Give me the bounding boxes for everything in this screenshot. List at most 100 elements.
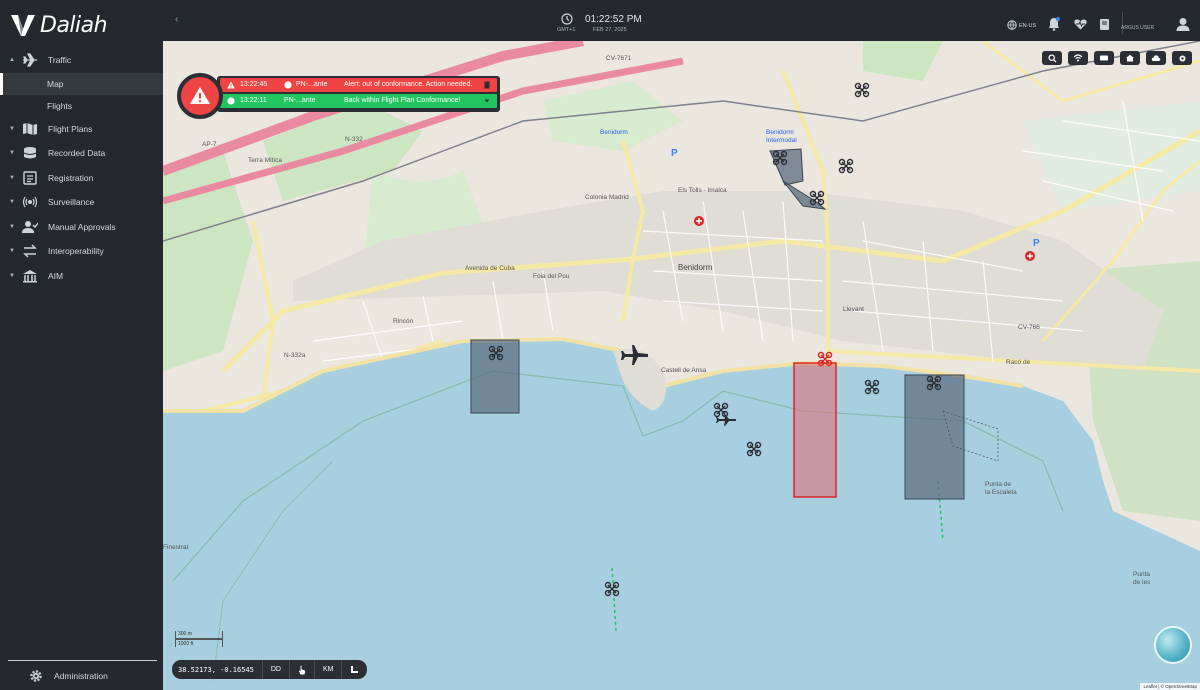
map-label-ap7: AP-7 bbox=[202, 141, 217, 148]
connectivity-button[interactable] bbox=[1068, 51, 1088, 65]
radar-icon bbox=[22, 196, 38, 208]
chevron-down-icon: ▼ bbox=[9, 272, 15, 279]
chevron-down-icon: ▼ bbox=[9, 248, 15, 254]
logo-mark-icon bbox=[11, 15, 35, 36]
svg-text:P: P bbox=[1033, 238, 1040, 249]
settings-map-button[interactable] bbox=[1172, 51, 1192, 65]
map-canvas[interactable]: P P bbox=[163, 41, 1200, 690]
user-name[interactable]: ARGUS USER bbox=[1121, 25, 1154, 31]
sidebar-item-administration[interactable]: Administration bbox=[0, 664, 163, 688]
sidebar-subitem-label: Map bbox=[47, 78, 64, 89]
cursor-coordinates: 38.52173, -0.16545 bbox=[172, 660, 263, 679]
user-avatar-icon[interactable] bbox=[1176, 17, 1190, 31]
stop-icon[interactable] bbox=[483, 81, 491, 89]
sidebar-item-label: AIM bbox=[48, 270, 64, 281]
gear-icon bbox=[30, 670, 42, 682]
sidebar-item-interoperability[interactable]: ▼ Interoperability bbox=[0, 239, 163, 264]
sidebar-item-label: Interoperability bbox=[48, 246, 104, 256]
user-check-icon bbox=[22, 220, 38, 233]
current-time: 01:22:52 PM bbox=[585, 14, 642, 25]
map-label-cv766: CV-766 bbox=[1018, 324, 1040, 331]
current-date: FEB 27, 2025 bbox=[593, 27, 627, 33]
globe-icon[interactable] bbox=[1007, 20, 1017, 30]
sidebar-item-label: Flight Plans bbox=[48, 123, 93, 134]
sidebar-item-label: Registration bbox=[48, 172, 94, 183]
map-label-foia-del-pou: Foia del Pou bbox=[533, 273, 570, 280]
alert-row-ok[interactable]: 13:22:11 PN-...ante Back within Flight P… bbox=[220, 94, 497, 108]
map-label-terra-mitica: Terra Mítica bbox=[248, 157, 282, 164]
app-logo[interactable]: Daliah bbox=[10, 12, 108, 38]
check-circle-icon bbox=[227, 97, 235, 105]
sidebar-item-manual-approvals[interactable]: ▼ Manual Approvals bbox=[0, 215, 163, 240]
sidebar: Daliah ▲ Traffic Map Flights ▼ Flight Pl… bbox=[0, 0, 163, 690]
map-view[interactable]: P P Benidorm Benidorm Intermodal Terra M… bbox=[163, 41, 1200, 690]
sidebar-item-label: Recorded Data bbox=[48, 148, 106, 158]
bell-icon[interactable] bbox=[1048, 17, 1060, 31]
map-toolbar bbox=[1042, 51, 1192, 65]
database-icon bbox=[23, 147, 37, 159]
alert-badge[interactable] bbox=[177, 73, 223, 119]
health-icon[interactable] bbox=[1074, 19, 1087, 30]
unit-button[interactable]: KM bbox=[315, 660, 343, 679]
sidebar-item-traffic[interactable]: ▲ Traffic bbox=[0, 48, 163, 73]
chevron-up-icon: ▲ bbox=[9, 57, 15, 63]
chevron-down-icon: ▼ bbox=[9, 150, 15, 156]
timezone: GMT+1 bbox=[557, 27, 576, 33]
sidebar-item-aim[interactable]: ▼ AIM bbox=[0, 264, 163, 289]
measure-tool-button[interactable] bbox=[342, 660, 367, 679]
sidebar-item-registration[interactable]: ▼ Registration bbox=[0, 166, 163, 191]
sidebar-divider bbox=[8, 660, 157, 661]
alert-flight-id: PN-...ante bbox=[284, 97, 316, 104]
map-label-castell: Castell de Ansa bbox=[661, 367, 707, 374]
hand-pointer-icon bbox=[298, 665, 306, 674]
book-icon[interactable] bbox=[1099, 18, 1110, 31]
map-label-n332a: N-332a bbox=[284, 352, 306, 359]
alert-circle-icon bbox=[284, 81, 292, 89]
alert-flight-id: PN-...ante bbox=[296, 81, 328, 88]
alert-time: 13:22:11 bbox=[240, 97, 267, 104]
pointer-tool-button[interactable] bbox=[290, 660, 315, 679]
alert-row-error[interactable]: 13:22:45 PN-...ante Alert: out of confor… bbox=[220, 78, 497, 92]
map-label-rincon: Rincón bbox=[393, 318, 414, 325]
search-icon bbox=[1048, 54, 1056, 62]
alert-list: 13:22:45 PN-...ante Alert: out of confor… bbox=[217, 76, 500, 112]
home-icon bbox=[1126, 54, 1134, 62]
map-attribution[interactable]: Leaflet | © OpenStreetMap bbox=[1140, 683, 1200, 690]
exchange-icon bbox=[23, 244, 37, 258]
id-card-icon bbox=[23, 170, 37, 185]
cloud-icon bbox=[1151, 55, 1161, 61]
sidebar-item-surveillance[interactable]: ▼ Surveillance bbox=[0, 190, 163, 215]
map-icon bbox=[23, 122, 37, 135]
sidebar-subitem-flights[interactable]: Flights bbox=[0, 95, 163, 117]
scale-imperial: 1000 ft bbox=[175, 639, 223, 647]
coord-format-button[interactable]: DD bbox=[263, 660, 290, 679]
chevron-down-icon[interactable] bbox=[483, 97, 491, 105]
language-selector[interactable]: EN-US bbox=[1019, 23, 1036, 29]
chevron-down-icon: ▼ bbox=[9, 223, 15, 230]
collapse-sidebar-icon[interactable]: ‹ bbox=[175, 14, 178, 25]
home-view-button[interactable] bbox=[1120, 51, 1140, 65]
alert-message: Back within Flight Plan Conformance! bbox=[344, 97, 461, 104]
map-label-colonia-madrid: Colonia Madrid bbox=[585, 194, 629, 201]
map-bottom-bar: 38.52173, -0.16545 DD KM bbox=[172, 660, 368, 679]
minimap-globe[interactable] bbox=[1154, 626, 1192, 664]
chevron-down-icon: ▼ bbox=[9, 174, 15, 181]
map-scale: 300 m 1000 ft bbox=[175, 631, 223, 647]
top-bar: ‹ 01:22:52 PM GMT+1 FEB 27, 2025 EN-US A… bbox=[163, 0, 1200, 41]
map-label-finestrat: Finestrat bbox=[163, 544, 189, 551]
sidebar-subitem-map[interactable]: Map bbox=[0, 72, 163, 95]
sidebar-item-recorded-data[interactable]: ▼ Recorded Data bbox=[0, 141, 163, 166]
map-label-benidorm-intermodal: Benidorm Intermodal bbox=[766, 129, 797, 144]
layers-button[interactable] bbox=[1094, 51, 1114, 65]
map-label-punta-les: Punta de les bbox=[1133, 571, 1151, 586]
building-icon bbox=[23, 269, 37, 282]
sidebar-item-flight-plans[interactable]: ▼ Flight Plans bbox=[0, 117, 163, 142]
map-label-cv7671: CV-7671 bbox=[606, 55, 632, 62]
map-label-els-tolls: Els Tolls - Imalca bbox=[678, 187, 727, 194]
search-map-button[interactable] bbox=[1042, 51, 1062, 65]
warning-icon bbox=[227, 81, 235, 89]
weather-button[interactable] bbox=[1146, 51, 1166, 65]
sidebar-item-label: Administration bbox=[54, 671, 108, 681]
map-label-benidorm: Benidorm bbox=[678, 263, 713, 272]
sidebar-item-label: Traffic bbox=[48, 55, 72, 65]
